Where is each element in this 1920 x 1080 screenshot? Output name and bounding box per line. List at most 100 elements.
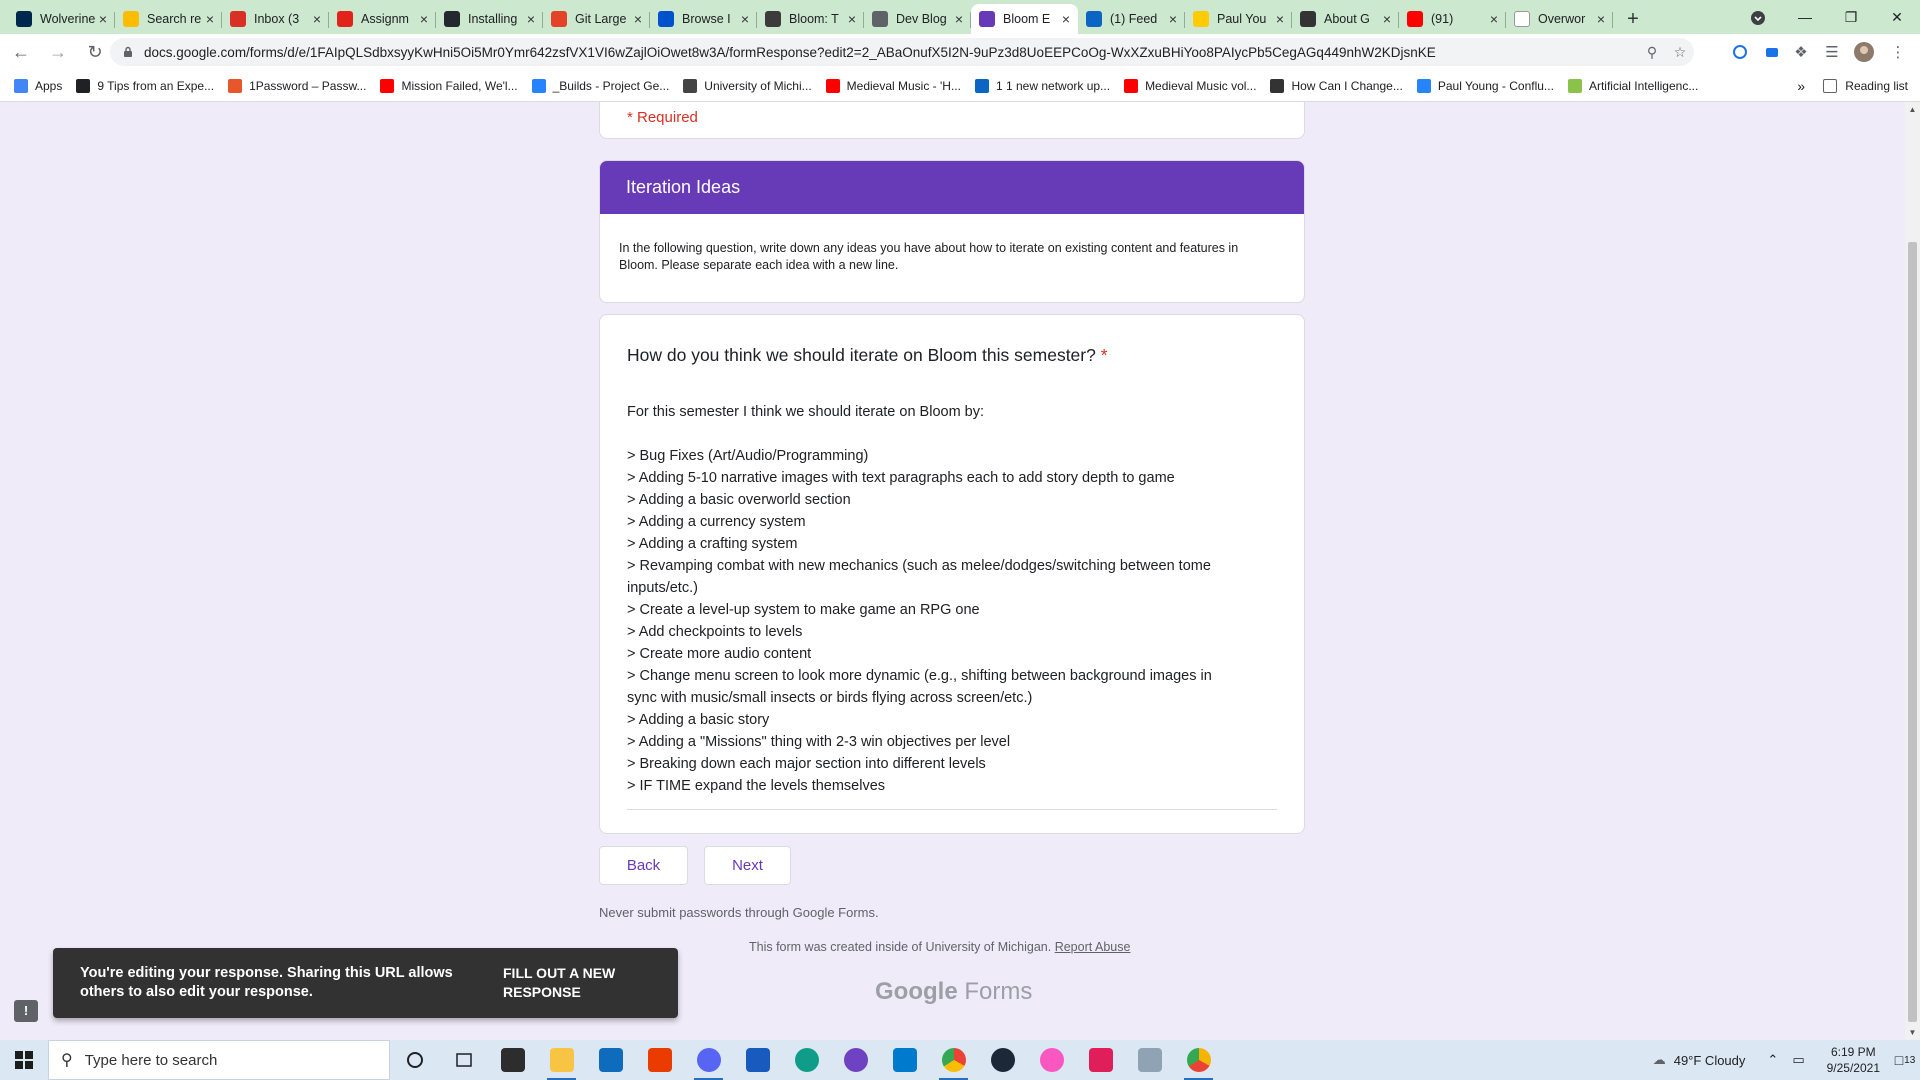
bookmark-item[interactable]: Medieval Music vol... xyxy=(1124,78,1256,93)
google-forms-logo[interactable]: Google Forms xyxy=(875,978,1032,1006)
tab-close-icon[interactable]: × xyxy=(1490,11,1498,27)
bookmark-item[interactable]: 1 1 new network up... xyxy=(974,78,1110,93)
taskbar-app-discord[interactable] xyxy=(684,1040,733,1080)
start-button[interactable] xyxy=(0,1040,48,1080)
cortana-button[interactable] xyxy=(390,1040,439,1080)
bookmark-item[interactable]: Artificial Intelligenc... xyxy=(1567,78,1698,93)
taskbar-app-office[interactable] xyxy=(635,1040,684,1080)
tab-close-icon[interactable]: × xyxy=(1597,11,1605,27)
answer-textarea[interactable]: For this semester I think we should iter… xyxy=(627,401,1277,797)
browser-tab[interactable]: Browse I × xyxy=(650,4,757,34)
bookmark-item[interactable]: _Builds - Project Ge... xyxy=(531,78,669,93)
browser-tab[interactable]: Assignm × xyxy=(329,4,436,34)
answer-line: > IF TIME expand the levels themselves xyxy=(627,778,886,794)
battery-icon[interactable]: ▭ xyxy=(1792,1052,1804,1068)
browser-tab[interactable]: Search re × xyxy=(115,4,222,34)
feedback-icon[interactable]: ! xyxy=(14,1000,38,1022)
bookmark-item[interactable]: Paul Young - Conflu... xyxy=(1416,78,1554,93)
tab-close-icon[interactable]: × xyxy=(634,11,642,27)
close-window-button[interactable]: ✕ xyxy=(1874,0,1920,34)
weather-widget[interactable]: ☁ 49°F Cloudy xyxy=(1653,1052,1746,1068)
bookmark-item[interactable]: 1Password – Passw... xyxy=(228,78,366,93)
extensions-puzzle-button[interactable]: ❖ xyxy=(1787,38,1815,66)
bookmark-item[interactable]: 9 Tips from an Expe... xyxy=(76,78,214,93)
taskbar-search-box[interactable]: ⚲ Type here to search xyxy=(48,1040,390,1080)
tab-close-icon[interactable]: × xyxy=(1169,11,1177,27)
next-button[interactable]: Next xyxy=(704,846,791,885)
tab-close-icon[interactable]: × xyxy=(206,11,214,27)
browser-tab[interactable]: Bloom: T × xyxy=(757,4,864,34)
task-view-button[interactable] xyxy=(439,1040,488,1080)
taskbar-app-slack[interactable] xyxy=(1076,1040,1125,1080)
taskbar-app-github[interactable] xyxy=(831,1040,880,1080)
bookmark-item[interactable]: Medieval Music - 'H... xyxy=(825,78,961,93)
new-tab-button[interactable]: + xyxy=(1619,4,1647,34)
report-abuse-link[interactable]: Report Abuse xyxy=(1055,940,1131,954)
taskbar-app-mail[interactable] xyxy=(586,1040,635,1080)
browser-tab[interactable]: Paul You × xyxy=(1185,4,1292,34)
bookmark-item[interactable]: Mission Failed, We'l... xyxy=(380,78,518,93)
bookmark-favicon-icon xyxy=(228,78,243,93)
tab-close-icon[interactable]: × xyxy=(1062,11,1070,27)
tab-close-icon[interactable]: × xyxy=(420,11,428,27)
tab-close-icon[interactable]: × xyxy=(848,11,856,27)
minimize-button[interactable]: — xyxy=(1782,0,1828,34)
forward-nav-button[interactable]: → xyxy=(42,36,74,68)
browser-tab[interactable]: About G × xyxy=(1292,4,1399,34)
bookmark-item[interactable]: How Can I Change... xyxy=(1270,78,1403,93)
bookmarks-overflow-button[interactable]: » xyxy=(1797,78,1805,94)
restore-button[interactable]: ❐ xyxy=(1828,0,1874,34)
taskbar-app-store[interactable] xyxy=(488,1040,537,1080)
taskbar-app-steam[interactable] xyxy=(978,1040,1027,1080)
media-control-button[interactable]: ☰ xyxy=(1818,38,1846,66)
extension-icon-2[interactable] xyxy=(1758,38,1786,66)
tab-close-icon[interactable]: × xyxy=(1276,11,1284,27)
taskbar-app-chrome-2[interactable] xyxy=(1174,1040,1223,1080)
tab-close-icon[interactable]: × xyxy=(741,11,749,27)
bookmark-item[interactable]: University of Michi... xyxy=(683,78,812,93)
notification-center-button[interactable]: □ 13 xyxy=(1890,1040,1920,1080)
extension-icon-1[interactable] xyxy=(1726,38,1754,66)
tab-close-icon[interactable]: × xyxy=(99,11,107,27)
scroll-down-arrow-icon[interactable]: ▼ xyxy=(1905,1025,1920,1040)
fill-new-response-button[interactable]: FILL OUT A NEW RESPONSE xyxy=(503,964,633,1002)
answer-line: > Create a level-up system to make game … xyxy=(627,602,980,618)
profile-avatar[interactable] xyxy=(1850,38,1878,66)
tab-close-icon[interactable]: × xyxy=(527,11,535,27)
tab-search-button[interactable] xyxy=(1746,6,1770,30)
browser-tab[interactable]: Wolverine × xyxy=(8,4,115,34)
page-scrollbar[interactable]: ▲ ▼ xyxy=(1905,102,1920,1040)
back-button[interactable]: Back xyxy=(599,846,688,885)
browser-tab[interactable]: Dev Blog × xyxy=(864,4,971,34)
bookmark-apps[interactable]: Apps xyxy=(14,78,62,93)
address-bar[interactable]: docs.google.com/forms/d/e/1FAIpQLSdbxsyy… xyxy=(110,38,1694,66)
browser-tab[interactable]: Installing × xyxy=(436,4,543,34)
chevron-up-icon[interactable]: ⌃ xyxy=(1767,1052,1778,1068)
taskbar-app-vscode[interactable] xyxy=(880,1040,929,1080)
browser-tab[interactable]: Overwor × xyxy=(1506,4,1613,34)
scroll-up-arrow-icon[interactable]: ▲ xyxy=(1905,102,1920,117)
github-desktop-icon xyxy=(843,1048,868,1072)
browser-tab[interactable]: (1) Feed × xyxy=(1078,4,1185,34)
zoom-icon[interactable]: ⚲ xyxy=(1638,44,1666,61)
taskbar-app-itunes[interactable] xyxy=(1027,1040,1076,1080)
tab-close-icon[interactable]: × xyxy=(313,11,321,27)
tab-close-icon[interactable]: × xyxy=(1383,11,1391,27)
reload-button[interactable]: ↻ xyxy=(79,36,111,68)
bookmark-star-icon[interactable]: ☆ xyxy=(1666,44,1694,61)
reading-list-button[interactable]: Reading list xyxy=(1823,70,1908,102)
browser-tab[interactable]: Bloom E × xyxy=(971,4,1078,34)
taskbar-app-edge[interactable] xyxy=(782,1040,831,1080)
taskbar-app-chrome[interactable] xyxy=(929,1040,978,1080)
scroll-thumb[interactable] xyxy=(1908,242,1917,1022)
clock[interactable]: 6:19 PM 9/25/2021 xyxy=(1827,1044,1880,1076)
browser-tab[interactable]: (91) × xyxy=(1399,4,1506,34)
taskbar-app-explorer[interactable] xyxy=(537,1040,586,1080)
taskbar-app-unity[interactable] xyxy=(1125,1040,1174,1080)
taskbar-app-word[interactable] xyxy=(733,1040,782,1080)
browser-tab[interactable]: Inbox (3 × xyxy=(222,4,329,34)
browser-tab[interactable]: Git Large × xyxy=(543,4,650,34)
chrome-menu-button[interactable]: ⋮ xyxy=(1884,38,1912,66)
tab-close-icon[interactable]: × xyxy=(955,11,963,27)
back-nav-button[interactable]: ← xyxy=(5,36,37,68)
